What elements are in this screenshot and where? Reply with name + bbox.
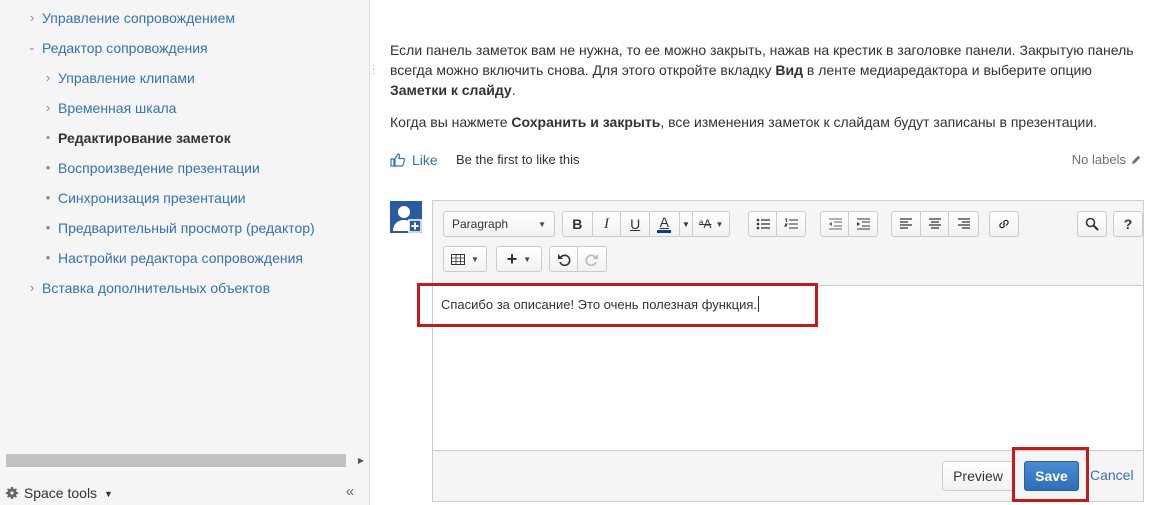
labels-area[interactable]: No labels	[1072, 150, 1142, 170]
sidebar-tree-item-label: Управление сопровождением	[42, 10, 236, 26]
chevron-down-icon: ▼	[523, 254, 532, 264]
annotation-highlight-box	[1012, 447, 1089, 502]
undo-icon[interactable]	[550, 247, 579, 271]
sidebar-resize-handle-icon[interactable]: · · ·	[372, 61, 376, 80]
chevron-right-icon[interactable]: ›	[42, 68, 54, 88]
bullet-list-icon[interactable]	[749, 212, 778, 236]
editor-toolbar-row-1: Paragraph ▼ B I U A ▼ ᵃA ▼ ?	[443, 211, 1143, 239]
labels-text: No labels	[1071, 152, 1126, 167]
text-color-icon[interactable]: A	[650, 212, 680, 236]
paragraph-text: .	[511, 82, 516, 98]
indent-icon[interactable]	[849, 212, 877, 236]
bold-icon[interactable]: B	[563, 212, 593, 236]
link-icon[interactable]	[990, 212, 1018, 236]
paragraph-format-select[interactable]: Paragraph ▼	[444, 212, 554, 236]
sidebar-tree-item-label: Предварительный просмотр (редактор)	[58, 220, 315, 236]
italic-icon[interactable]: I	[593, 212, 622, 236]
underline-icon[interactable]: U	[621, 212, 650, 236]
chevron-down-icon: ▼	[103, 489, 113, 499]
chevron-right-icon[interactable]: ›	[26, 278, 38, 298]
sidebar-tree-item-label: Редактор сопровождения	[42, 40, 208, 56]
paragraph-bold-text: Сохранить и закрыть	[511, 114, 661, 130]
paragraph-format-label: Paragraph	[452, 217, 509, 231]
space-tools-menu[interactable]: Space tools ▼	[4, 484, 113, 502]
content-paragraph-2: Когда вы нажмете Сохранить и закрыть, вс…	[390, 112, 1142, 132]
user-avatar[interactable]	[390, 201, 422, 233]
like-label: Like	[412, 152, 438, 168]
collapse-sidebar-icon[interactable]: «	[342, 482, 358, 502]
bullet-icon: •	[45, 220, 51, 235]
sidebar-tree-item-label: Настройки редактора сопровождения	[58, 250, 303, 266]
chevron-down-icon: ▼	[538, 219, 546, 229]
paragraph-text: в ленте медиаредактора и выберите опцию	[803, 62, 1092, 78]
numbered-list-icon[interactable]	[777, 212, 805, 236]
bullet-icon: •	[45, 250, 51, 265]
scrollbar-thumb[interactable]	[6, 454, 346, 467]
like-bar: Like Be the first to like this No labels	[390, 150, 1142, 170]
editor-toolbar-row-2: ▼ + ▼	[443, 246, 743, 274]
sidebar-tree-item-label: Управление клипами	[58, 70, 195, 86]
sidebar-tree-item-label: Синхронизация презентации	[58, 190, 246, 206]
bullet-icon: •	[46, 132, 50, 144]
like-button[interactable]: Like	[390, 150, 438, 170]
text-color-dropdown-icon[interactable]: ▼	[680, 212, 694, 236]
sidebar-tree-item-label: Временная шкала	[58, 100, 177, 116]
sidebar-horizontal-scrollbar[interactable]: ▶	[6, 452, 368, 469]
sidebar-tree-item-label: Вставка дополнительных объектов	[42, 280, 271, 296]
thumbs-up-icon	[390, 153, 406, 167]
outdent-icon[interactable]	[821, 212, 850, 236]
paragraph-bold-text: Заметки к слайду	[390, 82, 512, 98]
like-status-text: Be the first to like this	[456, 152, 580, 167]
search-icon[interactable]	[1078, 212, 1106, 236]
paragraph-text: Когда вы нажмете	[390, 114, 512, 130]
user-avatar-icon	[390, 201, 422, 233]
sidebar-tree-item-label: Редактирование заметок	[58, 130, 231, 146]
content-paragraph-1: Если панель заметок вам не нужна, то ее …	[390, 40, 1142, 100]
preview-button[interactable]: Preview	[942, 461, 1014, 491]
align-center-icon[interactable]	[921, 212, 950, 236]
space-tools-label: Space tools	[23, 485, 98, 501]
align-right-icon[interactable]	[949, 212, 978, 236]
chevron-right-icon[interactable]: ›	[26, 8, 38, 28]
paragraph-bold-text: Вид	[775, 62, 804, 78]
sidebar-tree-item-label: Воспроизведение презентации	[58, 160, 260, 176]
align-left-icon[interactable]	[892, 212, 921, 236]
bullet-icon: •	[45, 160, 51, 175]
chevron-down-icon[interactable]: ⌄	[26, 38, 38, 58]
redo-icon[interactable]	[578, 247, 606, 271]
annotation-highlight-box	[417, 283, 818, 327]
more-formatting-icon[interactable]: ᵃA ▼	[693, 212, 729, 236]
help-icon[interactable]: ?	[1114, 212, 1142, 236]
gear-icon	[5, 487, 19, 499]
pencil-icon[interactable]	[1130, 154, 1142, 166]
page-tree-sidebar: › Управление сопровождением ⌄ Редактор сопр…	[0, 0, 370, 505]
table-icon[interactable]: ▼	[444, 247, 486, 271]
scroll-right-arrow-icon[interactable]: ▶	[354, 454, 368, 467]
cancel-link[interactable]: Cancel	[1090, 467, 1134, 483]
insert-more-icon[interactable]: + ▼	[497, 247, 541, 271]
paragraph-text: , все изменения заметок к слайдам будут …	[660, 114, 1098, 130]
chevron-down-icon: ▼	[471, 254, 479, 264]
bullet-icon: •	[45, 190, 51, 205]
chevron-right-icon[interactable]: ›	[42, 98, 54, 118]
